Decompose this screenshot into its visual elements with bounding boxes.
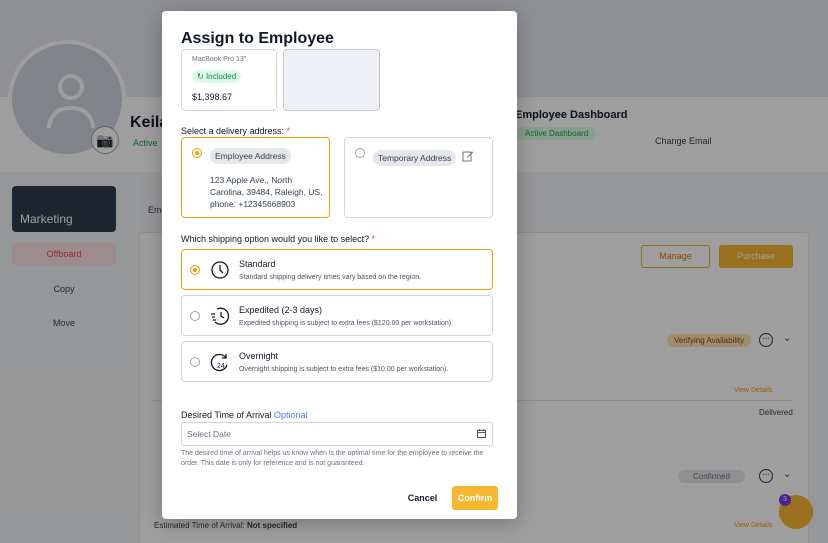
included-label: Included [205,72,237,81]
shipping-desc: Standard shipping delivery times vary ba… [239,274,422,281]
assign-employee-modal: Assign to Employee MacBook Pro 13" ↻ Inc… [162,11,517,519]
confirm-button[interactable]: Confirm [452,486,498,510]
optional-tag: Optional [274,410,308,420]
radio-expedited[interactable] [190,311,200,321]
calendar-icon[interactable] [477,429,486,438]
arrival-label-text: Desired Time of Arrival [181,410,272,420]
arrival-helper-text: The desired time of arrival helps us kno… [181,450,484,467]
product-card[interactable]: MacBook Pro 13" ↻ Included $1,398.67 [181,49,277,111]
required-mark: * [286,126,291,136]
product-card-placeholder[interactable] [283,49,380,111]
svg-text:24: 24 [217,363,225,370]
cancel-button[interactable]: Cancel [400,487,445,509]
shipping-desc: Expedited shipping is subject to extra f… [239,320,454,327]
refresh-icon: ↻ [197,72,204,81]
fast-clock-icon [211,307,230,325]
address-option-temporary[interactable]: Temporary Address [344,137,493,218]
required-mark: * [371,234,376,244]
address-chip: Employee Address [210,148,291,164]
shipping-label-text: Which shipping option would you like to … [181,234,370,244]
shipping-option-expedited[interactable]: Expedited (2-3 days) Expedited shipping … [181,295,493,336]
address-option-employee[interactable]: Employee Address 123 Apple Ave., North C… [181,137,330,218]
radio-standard[interactable] [190,265,200,275]
included-badge: ↻ Included [192,70,242,83]
product-price: $1,398.67 [192,92,233,102]
modal-title: Assign to Employee [181,30,334,47]
shipping-option-overnight[interactable]: 24 Overnight Overnight shipping is subje… [181,341,493,382]
radio-temporary-address[interactable] [355,148,365,158]
delivery-label: Select a delivery address: * [181,126,290,136]
radio-employee-address[interactable] [192,148,202,158]
radio-overnight[interactable] [190,357,200,367]
edit-icon[interactable] [462,150,474,162]
product-name: MacBook Pro 13" [192,56,247,63]
shipping-title: Expedited (2-3 days) [239,305,323,315]
shipping-option-standard[interactable]: Standard Standard shipping delivery time… [181,249,493,290]
address-text: 123 Apple Ave., North Carolina, 39484, R… [210,175,323,209]
shipping-title: Standard [239,259,276,269]
arrival-date-input[interactable] [181,422,493,446]
shipping-title: Overnight [239,351,279,361]
24-hour-icon: 24 [210,353,228,372]
shipping-label: Which shipping option would you like to … [181,234,375,244]
shipping-desc: Overnight shipping is subject to extra f… [239,366,449,373]
delivery-label-text: Select a delivery address: [181,126,285,136]
arrival-label: Desired Time of Arrival Optional [181,410,308,420]
clock-icon [211,261,229,279]
address-chip: Temporary Address [373,150,457,166]
